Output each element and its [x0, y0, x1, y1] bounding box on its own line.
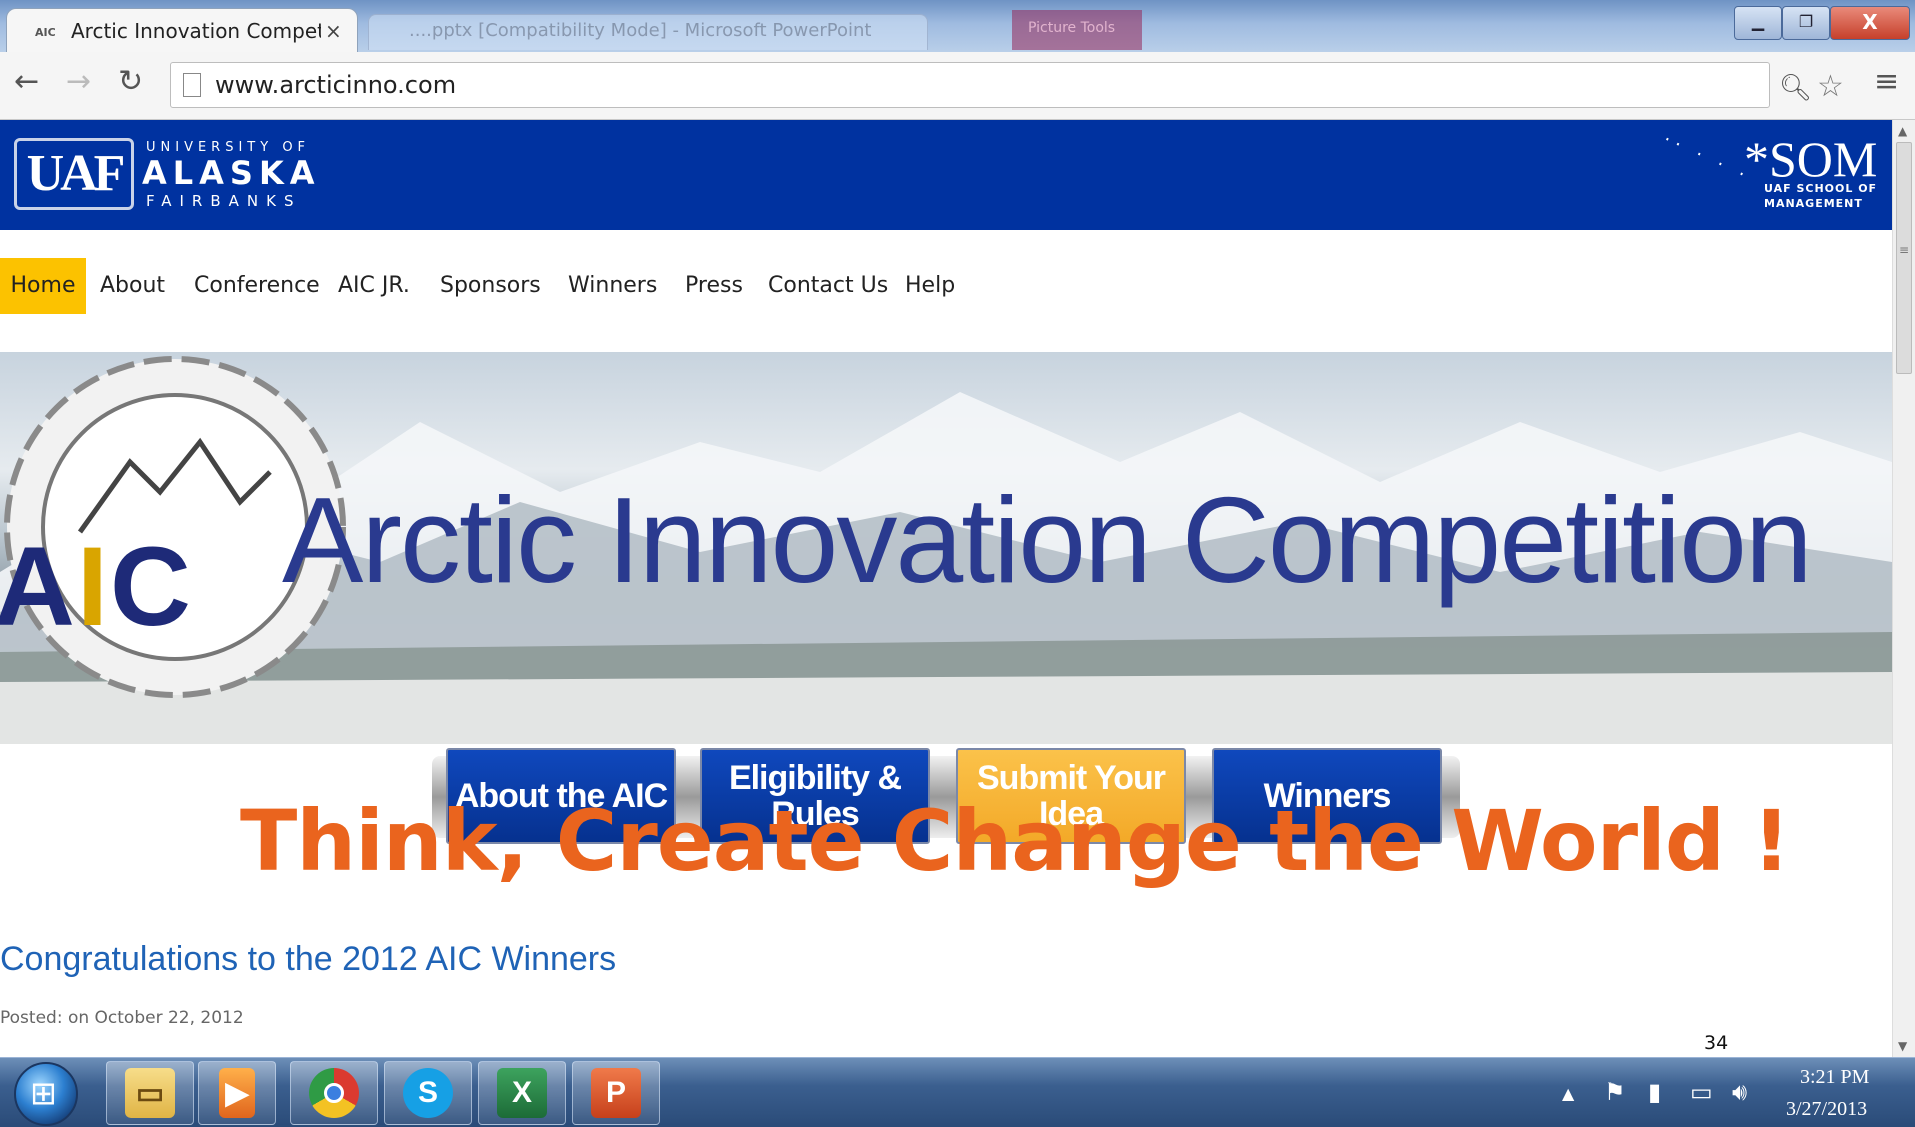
- nav-sponsors[interactable]: Sponsors: [440, 258, 541, 314]
- network-icon[interactable]: ▭: [1690, 1078, 1713, 1106]
- congratulations-heading[interactable]: Congratulations to the 2012 AIC Winners: [0, 940, 616, 979]
- aic-letter-c: C: [110, 524, 193, 649]
- page-icon: [183, 73, 201, 97]
- aic-favicon-icon: AIC: [35, 26, 56, 39]
- windows-start-button[interactable]: ⊞: [14, 1062, 78, 1126]
- excel-icon: X: [497, 1068, 547, 1118]
- nav-home[interactable]: Home: [0, 258, 86, 314]
- slide-slogan-overlay: Think, Create Change the World !: [240, 792, 1791, 890]
- reload-icon[interactable]: ↻: [118, 66, 143, 98]
- aic-letter-i: I: [76, 524, 111, 649]
- search-zoom-icon[interactable]: 🔍︎: [1779, 73, 1812, 103]
- hero-title: Arctic Innovation Competition: [282, 472, 1813, 608]
- taskbar-skype[interactable]: S: [384, 1061, 472, 1125]
- background-powerpoint-window-title: ....pptx [Compatibility Mode] - Microsof…: [368, 14, 928, 50]
- som-subtitle-2: MANAGEMENT: [1764, 197, 1863, 210]
- taskbar-chrome[interactable]: [290, 1061, 378, 1125]
- uaf-logo[interactable]: UAF: [14, 138, 134, 210]
- tab-close-icon[interactable]: ×: [325, 19, 342, 43]
- taskbar-excel[interactable]: X: [478, 1061, 566, 1125]
- folder-icon: ▭: [125, 1068, 175, 1118]
- site-navigation: Home About Conference AIC JR. Sponsors W…: [0, 258, 1892, 314]
- clock-date[interactable]: 3/27/2013: [1786, 1098, 1867, 1121]
- taskbar-powerpoint[interactable]: P: [572, 1061, 660, 1125]
- clock-time[interactable]: 3:21 PM: [1800, 1066, 1869, 1089]
- maximize-button[interactable]: ❐: [1782, 6, 1830, 40]
- nav-aic-jr[interactable]: AIC JR.: [338, 258, 410, 314]
- nav-conference[interactable]: Conference: [194, 258, 320, 314]
- nav-help[interactable]: Help: [905, 258, 955, 314]
- uaf-fairbanks: FAIRBANKS: [146, 192, 302, 210]
- slide-number: 34: [1704, 1032, 1729, 1054]
- nav-contact-us[interactable]: Contact Us: [768, 258, 888, 314]
- nav-press[interactable]: Press: [685, 258, 743, 314]
- nav-about[interactable]: About: [100, 258, 165, 314]
- windows-logo-icon: ⊞: [30, 1074, 57, 1112]
- browser-toolbar: ← → ↻ www.arcticinno.com 🔍︎ ☆ ≡: [0, 52, 1915, 120]
- scroll-thumb[interactable]: ≡: [1896, 142, 1912, 374]
- browser-tab-bar: AIC Arctic Innovation Compet × ....pptx …: [0, 0, 1915, 52]
- powerpoint-window-title-text: ....pptx [Compatibility Mode] - Microsof…: [409, 20, 872, 41]
- hero-banner: AIC Arctic Innovation Competition: [0, 352, 1892, 744]
- hamburger-menu-icon[interactable]: ≡: [1874, 64, 1899, 99]
- som-logo-title[interactable]: *SOM: [1744, 130, 1877, 188]
- media-player-icon: ▶: [219, 1068, 255, 1118]
- close-window-button[interactable]: X: [1830, 6, 1910, 40]
- submit-line-1: Submit Your: [977, 759, 1166, 797]
- tab-title: Arctic Innovation Compet: [71, 19, 321, 43]
- back-arrow-icon[interactable]: ←: [14, 66, 39, 98]
- power-icon[interactable]: ▮: [1648, 1078, 1661, 1106]
- uaf-university-of: UNIVERSITY OF: [146, 140, 311, 155]
- posted-date: Posted: on October 22, 2012: [0, 1008, 244, 1028]
- uaf-header-banner: UAF UNIVERSITY OF ALASKA FAIRBANKS ·· · …: [0, 120, 1892, 230]
- taskbar-explorer[interactable]: ▭: [106, 1061, 194, 1125]
- scroll-down-arrow-icon[interactable]: ▼: [1898, 1039, 1907, 1053]
- forward-arrow-icon[interactable]: →: [66, 66, 91, 98]
- aic-logo-letters: AIC: [0, 522, 193, 651]
- picture-tools-ribbon-tab: Picture Tools: [1012, 10, 1142, 50]
- skype-icon: S: [403, 1068, 453, 1118]
- taskbar-media-player[interactable]: ▶: [198, 1061, 276, 1125]
- star-icon[interactable]: ☆: [1817, 69, 1844, 104]
- chrome-icon: [309, 1068, 359, 1118]
- windows-taskbar: ⊞ ▭ ▶ S X P ▲ ⚑ ▮ ▭ 🔊︎ 3:21 PM 3/27/2013: [0, 1057, 1915, 1127]
- action-center-flag-icon[interactable]: ⚑: [1604, 1078, 1626, 1106]
- address-bar[interactable]: www.arcticinno.com 🔍︎ ☆: [170, 62, 1844, 108]
- scroll-up-arrow-icon[interactable]: ▲: [1898, 124, 1907, 138]
- tab-arctic-innovation[interactable]: AIC Arctic Innovation Compet ×: [6, 8, 358, 52]
- picture-tools-label: Picture Tools: [1028, 20, 1116, 36]
- show-hidden-icons-arrow-icon[interactable]: ▲: [1562, 1084, 1574, 1103]
- constellation-stars-icon: ·· · · ·: [1659, 129, 1754, 188]
- volume-icon[interactable]: 🔊︎: [1732, 1078, 1747, 1106]
- scroll-grip-icon: ≡: [1899, 243, 1910, 257]
- url-text[interactable]: www.arcticinno.com: [215, 71, 456, 99]
- page-viewport: UAF UNIVERSITY OF ALASKA FAIRBANKS ·· · …: [0, 120, 1892, 1057]
- som-subtitle-1: UAF SCHOOL OF: [1764, 182, 1878, 195]
- powerpoint-icon: P: [591, 1068, 641, 1118]
- vertical-scrollbar[interactable]: ▲ ≡ ▼: [1892, 120, 1915, 1057]
- aic-letter-a: A: [0, 524, 77, 649]
- uaf-alaska: ALASKA: [142, 154, 321, 192]
- minimize-button[interactable]: ▁: [1734, 6, 1782, 40]
- nav-winners[interactable]: Winners: [568, 258, 657, 314]
